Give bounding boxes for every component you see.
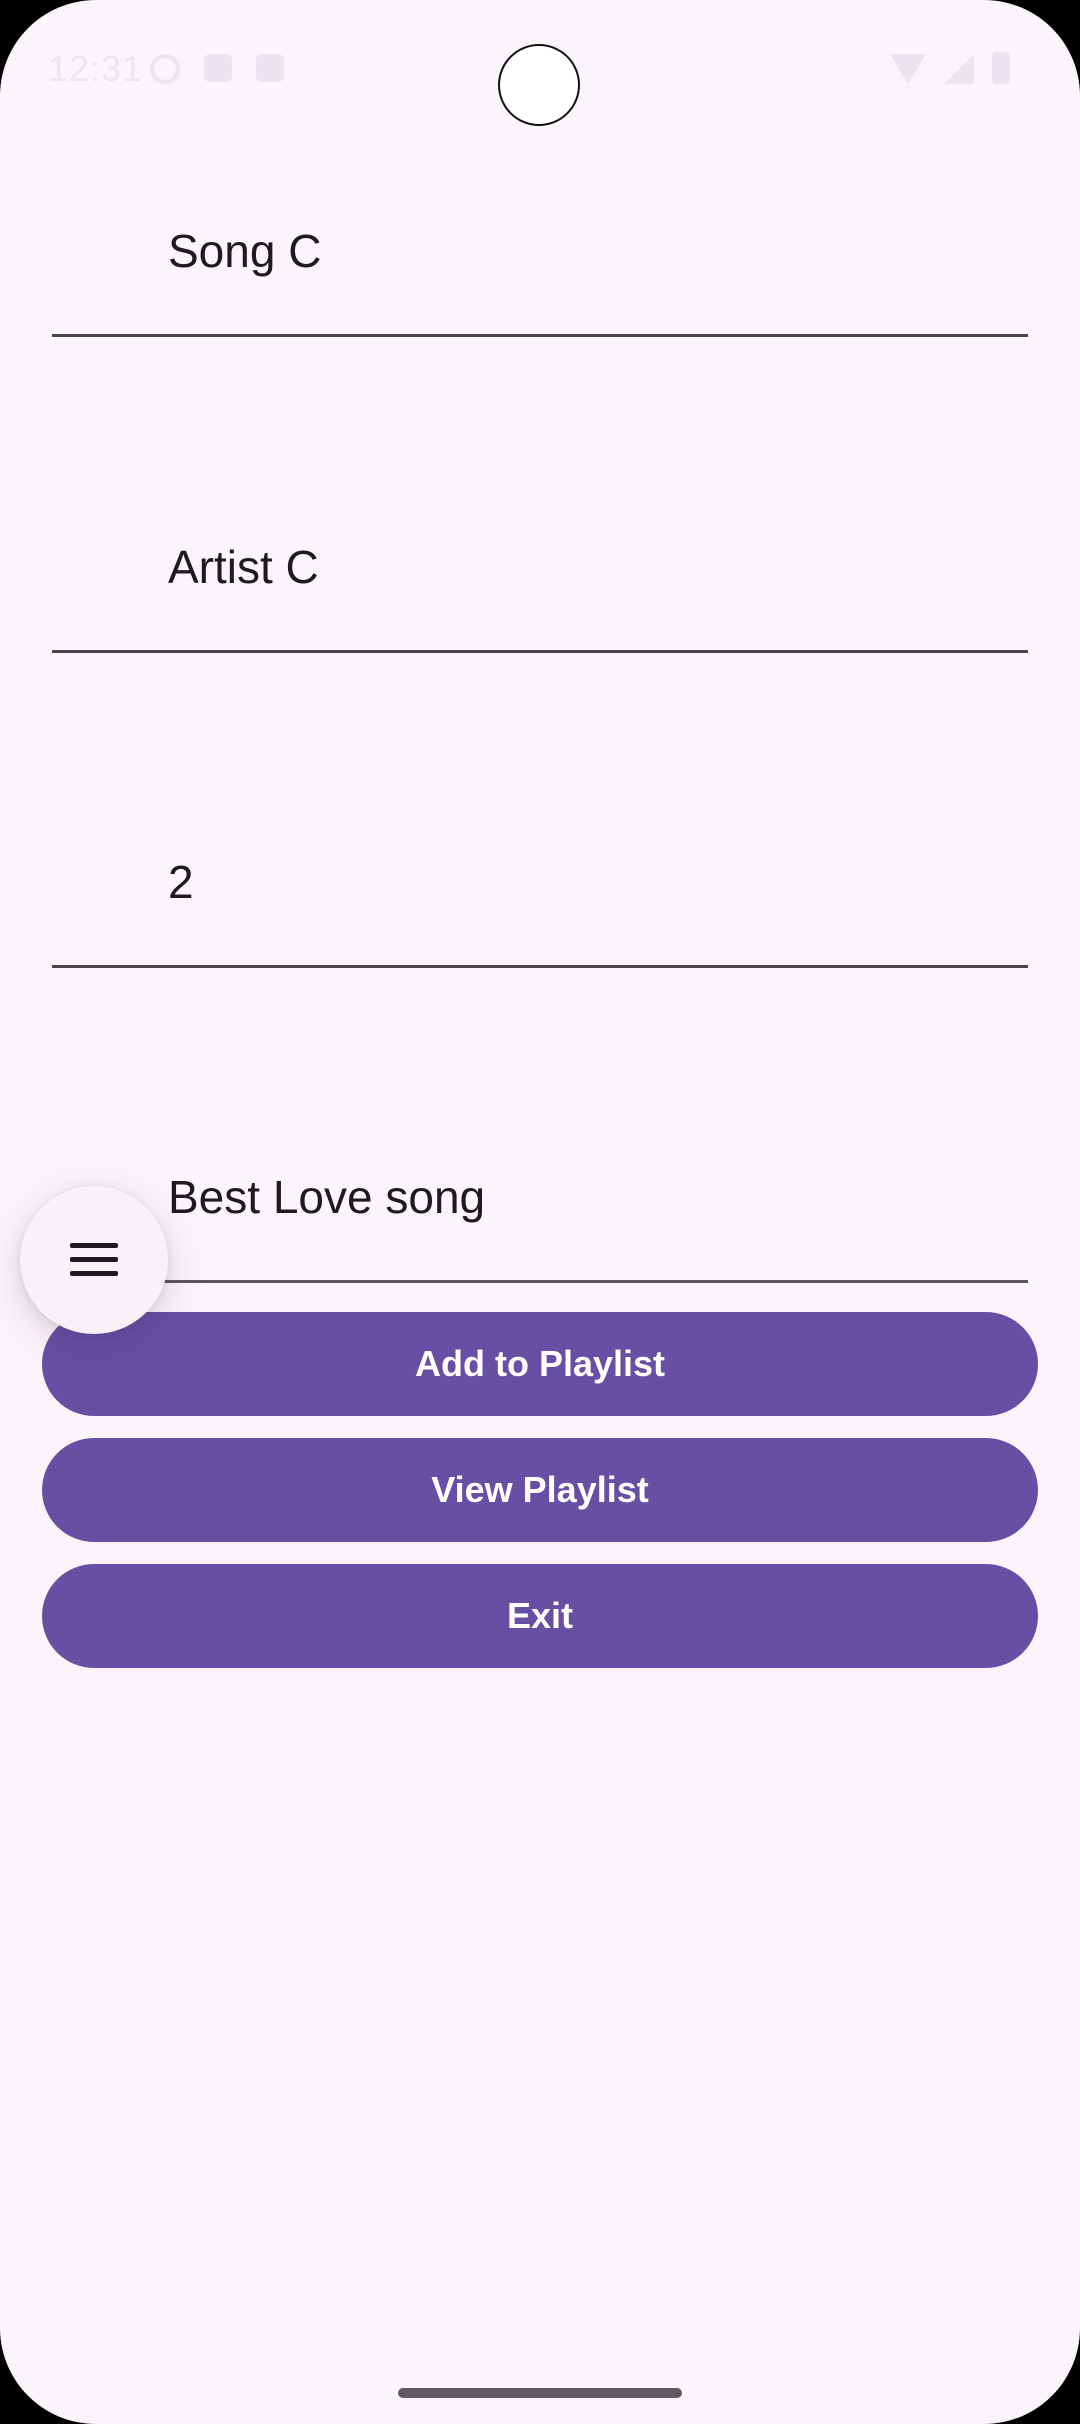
rating-field[interactable]: 2 xyxy=(52,855,1028,968)
song-title-field[interactable]: Song C xyxy=(52,224,1028,337)
artist-field[interactable]: Artist C xyxy=(52,540,1028,653)
rating-value: 2 xyxy=(168,856,194,908)
wifi-icon xyxy=(890,54,926,84)
artist-value: Artist C xyxy=(168,541,319,593)
menu-icon xyxy=(70,1243,118,1277)
status-time: 12:31 xyxy=(48,48,144,89)
camera-cutout xyxy=(498,44,580,126)
exit-button[interactable]: Exit xyxy=(42,1564,1038,1668)
image-notification-icon xyxy=(204,54,232,82)
data-saver-icon xyxy=(150,54,180,84)
comment-field[interactable]: Best Love song xyxy=(52,1170,1028,1283)
home-indicator[interactable] xyxy=(398,2388,682,2398)
status-icons-right xyxy=(890,52,1010,84)
app-screen: 12:31 Song C Artist C 2 Best Love song A… xyxy=(0,0,1080,2424)
comment-value: Best Love song xyxy=(168,1171,486,1223)
status-icons-left xyxy=(150,54,284,84)
add-to-playlist-button[interactable]: Add to Playlist xyxy=(42,1312,1038,1416)
menu-fab[interactable] xyxy=(20,1186,168,1334)
battery-icon xyxy=(992,52,1010,84)
cell-signal-icon xyxy=(944,54,974,84)
song-title-value: Song C xyxy=(168,225,322,277)
sd-card-icon xyxy=(256,54,284,82)
view-playlist-button[interactable]: View Playlist xyxy=(42,1438,1038,1542)
